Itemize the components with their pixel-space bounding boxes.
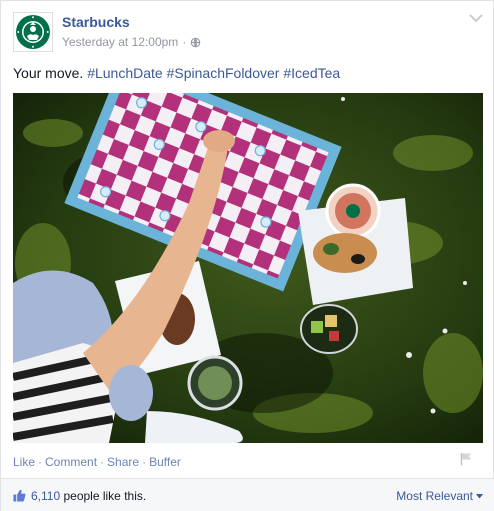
caret-down-icon xyxy=(476,493,483,498)
like-summary-text: people like this. xyxy=(63,489,147,503)
post-actions: Like · Comment · Share · Buffer xyxy=(13,455,181,469)
hashtag-link[interactable]: #IcedTea xyxy=(283,65,340,81)
comment-link[interactable]: Comment xyxy=(45,455,97,469)
action-separator: · xyxy=(142,455,147,469)
post-message: Your move. #LunchDate #SpinachFoldover #… xyxy=(13,64,340,82)
picnic-photo xyxy=(13,93,483,443)
page-avatar[interactable] xyxy=(13,12,53,52)
like-count-link[interactable]: 6,110 xyxy=(31,489,60,503)
message-text: Your move. xyxy=(13,65,84,81)
chevron-down-icon[interactable] xyxy=(469,13,483,23)
buffer-link[interactable]: Buffer xyxy=(149,455,181,469)
hashtag-link[interactable]: #SpinachFoldover xyxy=(167,65,280,81)
post-timestamp[interactable]: Yesterday at 12:00pm xyxy=(62,35,178,49)
like-link[interactable]: Like xyxy=(13,455,35,469)
sort-comments-dropdown[interactable]: Most Relevant xyxy=(396,489,483,503)
likes-bar: 6,110 people like this. Most Relevant xyxy=(1,478,494,511)
starbucks-siren-logo-icon xyxy=(16,15,50,49)
action-separator: · xyxy=(38,455,43,469)
thumbs-up-icon xyxy=(13,489,26,502)
globe-icon[interactable] xyxy=(190,37,201,48)
post-meta: Yesterday at 12:00pm · xyxy=(62,35,201,49)
sort-label: Most Relevant xyxy=(396,489,473,503)
share-link[interactable]: Share xyxy=(107,455,139,469)
meta-separator: · xyxy=(182,35,187,49)
post-card: Starbucks Yesterday at 12:00pm · Your mo… xyxy=(0,0,494,511)
flag-icon[interactable] xyxy=(459,452,473,466)
hashtag-link[interactable]: #LunchDate xyxy=(87,65,163,81)
page-name-link[interactable]: Starbucks xyxy=(62,14,130,30)
action-separator: · xyxy=(100,455,105,469)
post-photo[interactable] xyxy=(13,93,483,443)
like-summary: 6,110 people like this. xyxy=(31,489,146,503)
